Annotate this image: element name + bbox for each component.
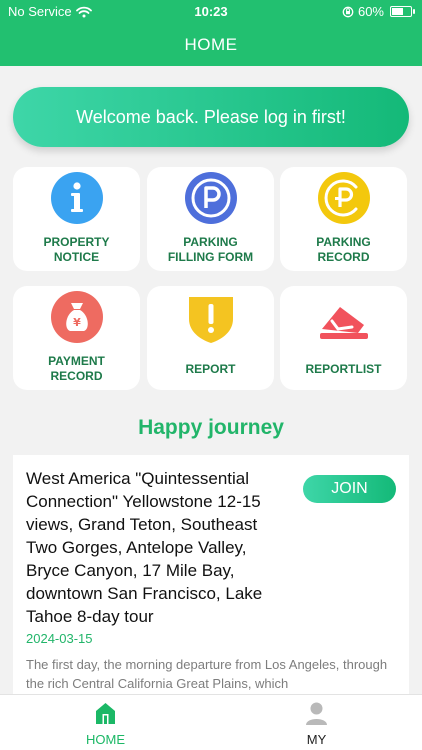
- info-icon: [51, 172, 103, 224]
- page-title: HOME: [184, 35, 238, 54]
- tile-label-report: REPORT: [185, 362, 236, 376]
- home-screen: No Service 10:23 60% HOME Welcome back. …: [0, 0, 422, 750]
- section-title: Happy journey: [138, 416, 284, 439]
- login-prompt-button[interactable]: Welcome back. Please log in first!: [13, 87, 409, 147]
- parking-record-tile[interactable]: PARKING RECORD: [280, 167, 407, 271]
- warning-shield-icon: [189, 297, 233, 343]
- trip-date: 2024-03-15: [26, 631, 93, 646]
- report-list-tile[interactable]: REPORTLIST: [280, 286, 407, 390]
- app-header: No Service 10:23 60% HOME: [0, 0, 422, 66]
- tile-label-parking-record: PARKING RECORD: [316, 235, 371, 264]
- status-bar: No Service 10:23 60%: [0, 0, 422, 22]
- tab-my[interactable]: MY: [211, 695, 422, 750]
- status-right: 60%: [342, 4, 415, 19]
- join-button[interactable]: JOIN: [303, 475, 396, 503]
- parking-icon: [185, 172, 237, 224]
- home-icon: [96, 703, 115, 724]
- battery-icon: [390, 6, 415, 17]
- trip-card[interactable]: West America "Quintessential Connection"…: [13, 455, 409, 700]
- tab-home-label: HOME: [86, 732, 125, 747]
- property-notice-tile[interactable]: PROPERTY NOTICE: [13, 167, 140, 271]
- tile-label-report-list: REPORTLIST: [305, 362, 382, 376]
- battery-fill: [392, 8, 403, 15]
- svg-text:¥: ¥: [73, 316, 81, 329]
- parking-filling-form-tile[interactable]: PARKING FILLING FORM: [147, 167, 274, 271]
- battery-percent: 60%: [357, 4, 384, 19]
- bottom-tab-bar: HOME MY: [0, 694, 422, 750]
- tab-home[interactable]: HOME: [0, 695, 211, 750]
- payment-record-tile[interactable]: ¥ PAYMENT RECORD: [13, 286, 140, 390]
- trip-description: The first day, the morning departure fro…: [26, 657, 388, 691]
- report-tile[interactable]: REPORT: [147, 286, 274, 390]
- tab-my-label: MY: [306, 732, 327, 747]
- tile-label-parking-filling-form: PARKING FILLING FORM: [167, 235, 254, 264]
- report-list-icon: [320, 307, 368, 339]
- tile-label-payment-record: PAYMENT RECORD: [48, 354, 105, 383]
- trip-title: West America "Quintessential Connection"…: [26, 469, 263, 626]
- parking-record-icon: [318, 172, 370, 224]
- orientation-lock-icon: [342, 6, 354, 17]
- tile-label-property-notice: PROPERTY NOTICE: [43, 235, 110, 264]
- money-bag-icon: ¥: [51, 291, 103, 343]
- user-icon: [306, 702, 327, 725]
